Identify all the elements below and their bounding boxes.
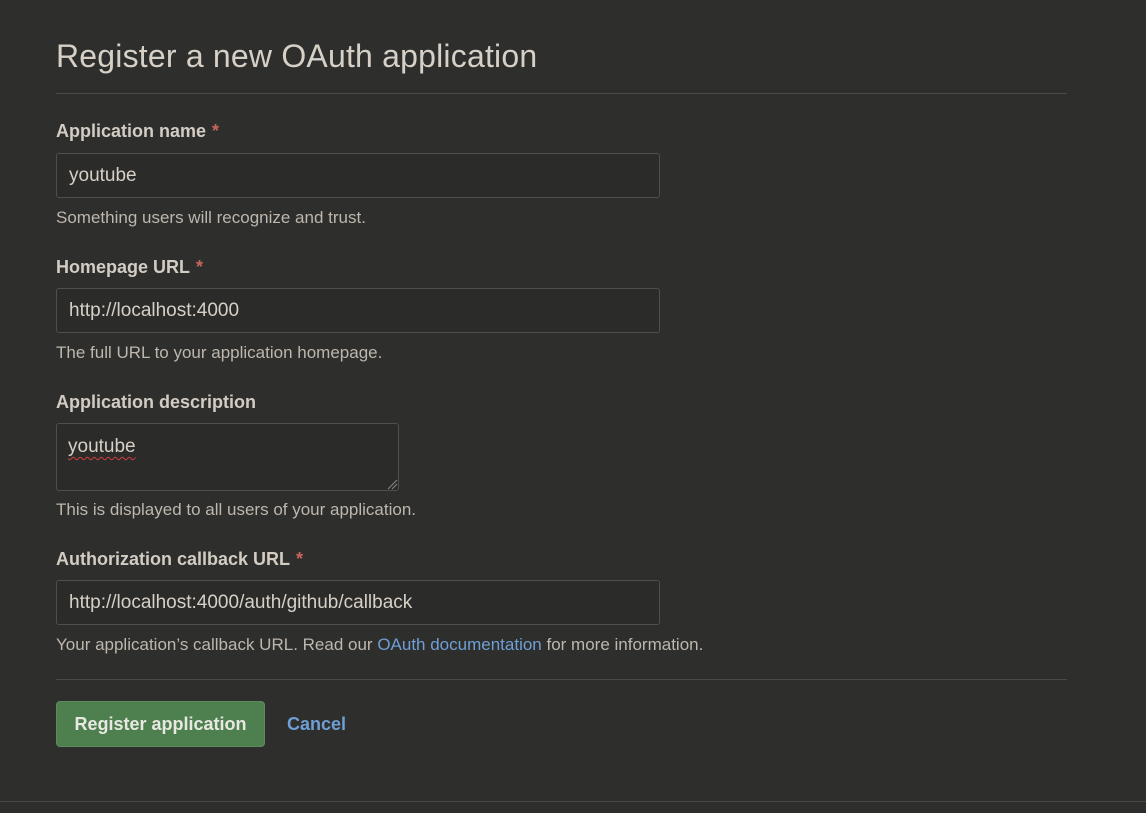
description-label-text: Application description xyxy=(56,392,257,412)
required-mark: * xyxy=(296,549,304,569)
app-name-label: Application name * xyxy=(56,121,219,142)
callback-url-input[interactable] xyxy=(56,580,660,625)
resize-handle-icon[interactable] xyxy=(386,478,398,490)
homepage-url-label: Homepage URL * xyxy=(56,257,203,278)
callback-url-hint: Your application’s callback URL. Read ou… xyxy=(56,635,703,655)
page-title: Register a new OAuth application xyxy=(56,38,538,74)
actions-divider xyxy=(56,679,1067,680)
register-application-button[interactable]: Register application xyxy=(56,701,265,747)
oauth-documentation-link[interactable]: OAuth documentation xyxy=(377,635,541,654)
footer-divider xyxy=(0,801,1146,802)
required-mark: * xyxy=(212,121,220,141)
app-name-hint: Something users will recognize and trust… xyxy=(56,208,366,227)
title-divider xyxy=(56,93,1067,94)
description-textarea[interactable] xyxy=(56,423,399,491)
callback-url-label-text: Authorization callback URL xyxy=(56,549,291,569)
callback-url-hint-suffix: for more information. xyxy=(546,635,704,654)
app-name-input[interactable] xyxy=(56,153,660,198)
homepage-url-hint: The full URL to your application homepag… xyxy=(56,343,383,362)
callback-url-hint-text: Your application’s callback URL. Read ou… xyxy=(56,635,373,654)
description-label: Application description xyxy=(56,392,256,413)
callback-url-label: Authorization callback URL * xyxy=(56,549,303,570)
homepage-url-label-text: Homepage URL xyxy=(56,257,191,277)
oauth-app-registration-page: Register a new OAuth application Applica… xyxy=(0,0,1146,813)
required-mark: * xyxy=(196,257,204,277)
homepage-url-input[interactable] xyxy=(56,288,660,333)
app-name-label-text: Application name xyxy=(56,121,207,141)
cancel-link[interactable]: Cancel xyxy=(287,714,346,735)
description-hint: This is displayed to all users of your a… xyxy=(56,500,417,519)
